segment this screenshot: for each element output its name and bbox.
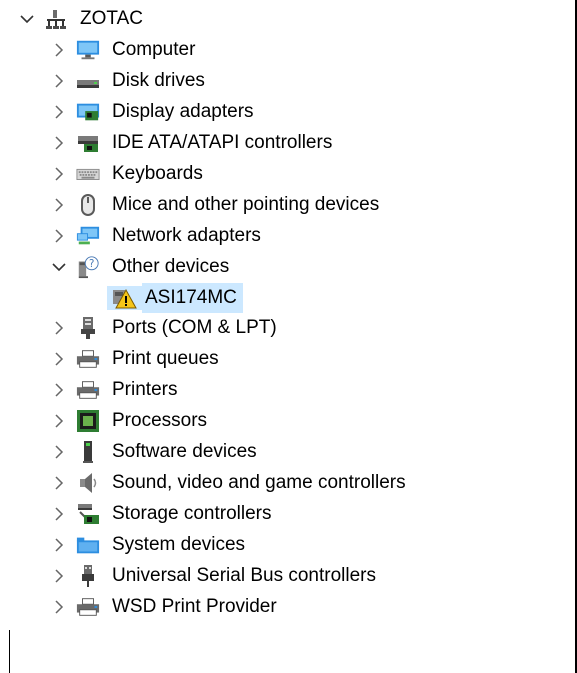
warning-device-icon bbox=[107, 286, 142, 310]
tree-root-label: ZOTAC bbox=[80, 8, 143, 29]
tree-item-label: Universal Serial Bus controllers bbox=[112, 565, 376, 586]
tree-item-other-devices[interactable]: ? Other devices bbox=[50, 252, 229, 282]
chevron-right-icon[interactable] bbox=[50, 350, 68, 368]
chevron-right-icon[interactable] bbox=[50, 41, 68, 59]
tree-item-display-adapters[interactable]: Display adapters bbox=[50, 97, 254, 127]
chevron-right-icon[interactable] bbox=[50, 196, 68, 214]
tree-root-computer[interactable]: ZOTAC bbox=[18, 4, 143, 34]
tree-item-label: Ports (COM & LPT) bbox=[112, 317, 277, 338]
tree-item-label: Keyboards bbox=[112, 163, 203, 184]
tree-item-label: ASI174MC bbox=[142, 283, 243, 313]
system-folder-icon bbox=[76, 533, 100, 557]
chevron-right-icon[interactable] bbox=[50, 443, 68, 461]
chevron-right-icon[interactable] bbox=[50, 381, 68, 399]
tree-item-label: WSD Print Provider bbox=[112, 596, 277, 617]
tree-item-label: Network adapters bbox=[112, 225, 261, 246]
chevron-right-icon[interactable] bbox=[50, 165, 68, 183]
tree-item-keyboards[interactable]: Keyboards bbox=[50, 159, 203, 189]
tree-item-label: Processors bbox=[112, 410, 208, 431]
port-icon bbox=[76, 316, 100, 340]
tree-item-label: Printers bbox=[112, 379, 178, 400]
tree-item-print-queues[interactable]: Print queues bbox=[50, 344, 219, 374]
chevron-right-icon[interactable] bbox=[50, 227, 68, 245]
tree-item-label: IDE ATA/ATAPI controllers bbox=[112, 132, 333, 153]
chevron-right-icon[interactable] bbox=[50, 103, 68, 121]
software-device-icon bbox=[76, 440, 100, 464]
tree-item-software-devices[interactable]: Software devices bbox=[50, 437, 257, 467]
tree-item-label: Sound, video and game controllers bbox=[112, 472, 406, 493]
tree-item-asi174mc[interactable]: ASI174MC bbox=[107, 283, 243, 313]
tree-item-label: Computer bbox=[112, 39, 196, 60]
tree-item-disk-drives[interactable]: Disk drives bbox=[50, 66, 205, 96]
keyboard-icon bbox=[76, 162, 100, 186]
window-border-left bbox=[9, 630, 10, 673]
usb-icon bbox=[76, 564, 100, 588]
tree-item-computer[interactable]: Computer bbox=[50, 35, 195, 65]
chevron-right-icon[interactable] bbox=[50, 598, 68, 616]
printer-icon bbox=[76, 347, 100, 371]
unknown-device-icon: ? bbox=[76, 255, 100, 279]
tree-item-ide-controllers[interactable]: IDE ATA/ATAPI controllers bbox=[50, 128, 332, 158]
processor-icon bbox=[76, 409, 100, 433]
tree-item-label: System devices bbox=[112, 534, 246, 555]
tree-item-system-devices[interactable]: System devices bbox=[50, 530, 245, 560]
tree-item-label: Other devices bbox=[112, 256, 230, 277]
ide-controller-icon bbox=[76, 131, 100, 155]
chevron-right-icon[interactable] bbox=[50, 474, 68, 492]
network-adapter-icon bbox=[76, 224, 100, 248]
tree-item-label: Display adapters bbox=[112, 101, 254, 122]
device-manager-tree: ZOTAC Computer Disk drives Display adapt… bbox=[0, 0, 577, 673]
printer-icon bbox=[76, 595, 100, 619]
tree-item-printers[interactable]: Printers bbox=[50, 375, 177, 405]
tree-item-label: Software devices bbox=[112, 441, 257, 462]
tree-item-network-adapters[interactable]: Network adapters bbox=[50, 221, 261, 251]
chevron-right-icon[interactable] bbox=[50, 134, 68, 152]
tree-item-label: Disk drives bbox=[112, 70, 205, 91]
printer-icon bbox=[76, 378, 100, 402]
chevron-down-icon[interactable] bbox=[50, 258, 68, 276]
display-adapter-icon bbox=[76, 100, 100, 124]
chevron-right-icon[interactable] bbox=[50, 505, 68, 523]
tree-item-storage-controllers[interactable]: Storage controllers bbox=[50, 499, 271, 529]
tree-item-wsd-print-provider[interactable]: WSD Print Provider bbox=[50, 592, 277, 622]
chevron-right-icon[interactable] bbox=[50, 72, 68, 90]
computer-tree-icon bbox=[44, 7, 68, 31]
chevron-down-icon[interactable] bbox=[18, 10, 36, 28]
chevron-right-icon[interactable] bbox=[50, 412, 68, 430]
tree-item-mice[interactable]: Mice and other pointing devices bbox=[50, 190, 379, 220]
tree-item-label: Mice and other pointing devices bbox=[112, 194, 380, 215]
tree-item-sound-controllers[interactable]: Sound, video and game controllers bbox=[50, 468, 406, 498]
disk-drive-icon bbox=[76, 69, 100, 93]
tree-item-usb-controllers[interactable]: Universal Serial Bus controllers bbox=[50, 561, 376, 591]
chevron-right-icon[interactable] bbox=[50, 536, 68, 554]
mouse-icon bbox=[76, 193, 100, 217]
storage-controller-icon bbox=[76, 502, 100, 526]
tree-item-label: Print queues bbox=[112, 348, 219, 369]
tree-item-ports[interactable]: Ports (COM & LPT) bbox=[50, 313, 277, 343]
svg-text:?: ? bbox=[89, 259, 94, 270]
speaker-icon bbox=[76, 471, 100, 495]
monitor-icon bbox=[76, 38, 100, 62]
chevron-right-icon[interactable] bbox=[50, 567, 68, 585]
tree-item-processors[interactable]: Processors bbox=[50, 406, 207, 436]
chevron-right-icon[interactable] bbox=[50, 319, 68, 337]
tree-item-label: Storage controllers bbox=[112, 503, 272, 524]
